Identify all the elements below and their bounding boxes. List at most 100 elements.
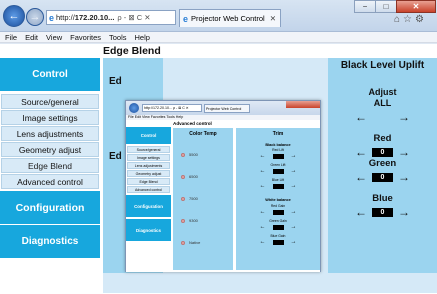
inner-black-balance: Black balance xyxy=(265,143,291,147)
radio-icon xyxy=(181,174,185,179)
sidebar-item-image-settings[interactable]: Image settings xyxy=(1,110,99,125)
window-minimize-button[interactable]: − xyxy=(354,0,376,13)
page-title: Edge Blend xyxy=(103,45,161,57)
red-value: 0 xyxy=(372,147,393,157)
radio-icon xyxy=(181,218,185,223)
browser-titlebar: ← → e http:// 172.20.10... ρ - ⊠ C ✕ e P… xyxy=(0,0,437,32)
inner-back-icon xyxy=(129,103,139,113)
arrow-right-icon: → xyxy=(29,11,41,23)
green-label: Green xyxy=(368,158,397,169)
sidebar-control-header[interactable]: Control xyxy=(0,58,100,91)
panel-label-1: Ed xyxy=(109,76,122,87)
menu-edit[interactable]: Edit xyxy=(25,33,38,42)
inner-trim-control: ← → xyxy=(259,239,297,245)
inner-address-bar: http://172.20.10... ρ - ⊠ C ✕ xyxy=(142,104,202,112)
inner-trim-item: Blue Gain xyxy=(270,234,286,238)
sidebar-diagnostics-header[interactable]: Diagnostics xyxy=(0,225,100,258)
inner-white-balance: White balance xyxy=(265,198,291,202)
inner-trim-title: Trim xyxy=(272,131,284,137)
address-prefix: http:// xyxy=(56,13,75,22)
inner-sidebar: Control Source/general Image settings Le… xyxy=(126,127,171,270)
inner-titlebar: http://172.20.10... ρ - ⊠ C ✕ Projector … xyxy=(126,101,320,115)
window-close-button[interactable]: ✕ xyxy=(396,0,436,13)
inner-sidebar-item: Advanced control xyxy=(127,186,170,193)
green-control: ← 0 → xyxy=(328,171,437,183)
inner-trim-control: ← → xyxy=(259,209,297,215)
forward-button[interactable]: → xyxy=(26,8,44,26)
inner-color-temp-panel: Color Temp 5500 6500 7500 9300 Native xyxy=(173,128,233,270)
embedded-screenshot: http://172.20.10... ρ - ⊠ C ✕ Projector … xyxy=(125,100,321,272)
inner-trim-item: Red Gain xyxy=(270,204,286,208)
window-maximize-button[interactable]: □ xyxy=(375,0,397,13)
inner-trim-item: Green Lift xyxy=(270,163,286,167)
red-control: ← 0 → xyxy=(328,146,437,158)
decrease-green-button[interactable]: ← xyxy=(355,171,367,183)
all-control: ← → xyxy=(328,111,437,123)
sidebar-item-geometry-adjust[interactable]: Geometry adjust xyxy=(1,142,99,157)
sidebar-configuration-header[interactable]: Configuration xyxy=(0,191,100,224)
sidebar-item-source-general[interactable]: Source/general xyxy=(1,94,99,109)
inner-color-temp-option: 5500 xyxy=(181,152,198,157)
tab-close-icon[interactable]: ✕ xyxy=(270,14,276,23)
decrease-all-button[interactable]: ← xyxy=(355,111,367,123)
all-label: ALL xyxy=(373,98,392,108)
tab-title: Projector Web Control xyxy=(191,14,265,23)
tab-projector-web-control[interactable]: e Projector Web Control ✕ xyxy=(179,9,281,27)
address-controls[interactable]: ρ - ⊠ C ✕ xyxy=(117,13,150,22)
increase-blue-button[interactable]: → xyxy=(398,206,410,218)
inner-color-temp-option: 6500 xyxy=(181,174,198,179)
inner-trim-panel: Trim Black balance Red Lift ← → Green Lif… xyxy=(236,128,320,270)
decrease-red-button[interactable]: ← xyxy=(355,146,367,158)
sidebar: Control Source/general Image settings Le… xyxy=(0,58,100,293)
green-value: 0 xyxy=(372,172,393,182)
inner-sidebar-control: Control xyxy=(126,127,171,144)
inner-sidebar-item: Image settings xyxy=(127,154,170,161)
adjust-label: Adjust xyxy=(368,87,397,97)
menu-view[interactable]: View xyxy=(46,33,62,42)
menu-tools[interactable]: Tools xyxy=(109,33,127,42)
inner-trim-control: ← → xyxy=(259,183,297,189)
menu-bar: File Edit View Favorites Tools Help xyxy=(0,32,437,43)
inner-trim-control: ← → xyxy=(259,153,297,159)
blue-value: 0 xyxy=(372,207,393,217)
black-level-panel: Black Level Uplift Adjust ALL ← → Red ← … xyxy=(328,58,437,273)
sidebar-item-edge-blend[interactable]: Edge Blend xyxy=(1,158,99,173)
inner-color-temp-option: 9300 xyxy=(181,218,198,223)
increase-red-button[interactable]: → xyxy=(398,146,410,158)
panel-label-2: Ed xyxy=(109,151,122,162)
inner-trim-control: ← → xyxy=(259,168,297,174)
address-bar[interactable]: e http:// 172.20.10... ρ - ⊠ C ✕ xyxy=(46,10,176,25)
inner-trim-control: ← → xyxy=(259,224,297,230)
increase-all-button[interactable]: → xyxy=(398,111,410,123)
address-host: 172.20.10... xyxy=(74,13,115,22)
inner-window-controls xyxy=(286,101,320,108)
inner-sidebar-item: Lens adjustments xyxy=(127,162,170,169)
menu-favorites[interactable]: Favorites xyxy=(70,33,101,42)
page-content: Edge Blend Control Source/general Image … xyxy=(0,44,437,294)
menu-help[interactable]: Help xyxy=(135,33,150,42)
inner-sidebar-diagnostics: Diagnostics xyxy=(126,219,171,241)
black-level-title: Black Level Uplift xyxy=(340,60,425,71)
arrow-left-icon: ← xyxy=(8,10,20,22)
inner-color-temp-title: Color Temp xyxy=(189,131,217,137)
ie-logo-icon: e xyxy=(49,12,55,23)
inner-sidebar-item: Geometry adjust xyxy=(127,170,170,177)
inner-page: Advanced control Control Source/general … xyxy=(126,120,320,272)
back-button[interactable]: ← xyxy=(3,5,25,27)
sidebar-item-advanced-control[interactable]: Advanced control xyxy=(1,174,99,189)
radio-icon xyxy=(181,196,185,201)
inner-trim-item: Green Gain xyxy=(269,219,287,223)
inner-sidebar-configuration: Configuration xyxy=(126,195,171,217)
red-label: Red xyxy=(373,133,392,144)
inner-trim-item: Red Lift xyxy=(272,148,284,152)
sidebar-item-lens-adjustments[interactable]: Lens adjustments xyxy=(1,126,99,141)
inner-color-temp-option: 7500 xyxy=(181,196,198,201)
toolbar-icons[interactable]: ⌂☆⚙ xyxy=(394,14,427,25)
radio-icon xyxy=(181,152,185,157)
increase-green-button[interactable]: → xyxy=(398,171,410,183)
menu-file[interactable]: File xyxy=(5,33,17,42)
inner-page-title: Advanced control xyxy=(173,121,212,126)
blue-label: Blue xyxy=(372,193,393,204)
decrease-blue-button[interactable]: ← xyxy=(355,206,367,218)
inner-tab: Projector Web Control xyxy=(204,104,250,113)
